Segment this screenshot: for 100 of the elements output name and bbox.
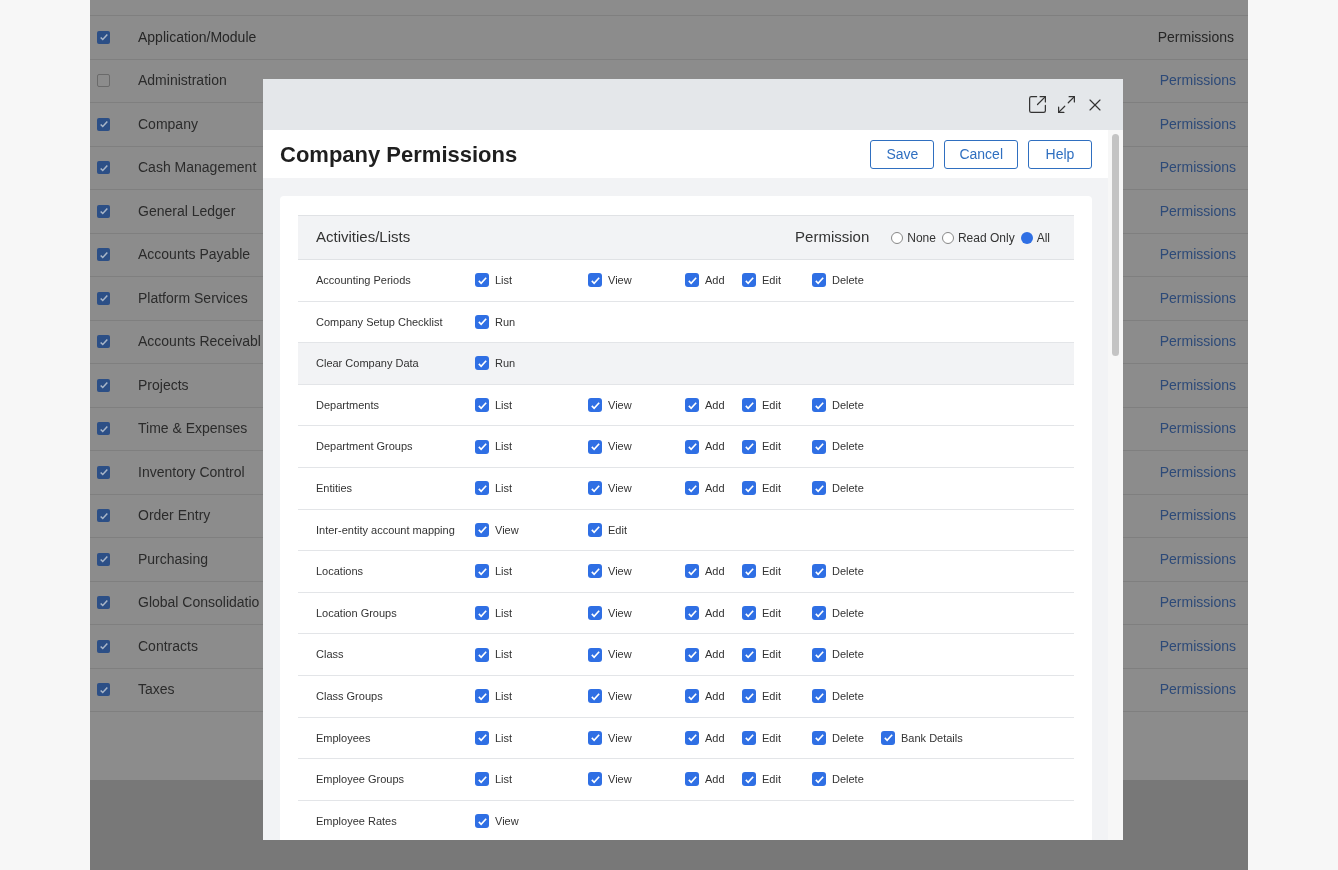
checkbox[interactable] [97,639,110,653]
checkbox[interactable] [812,273,826,288]
permissions-link[interactable]: Permissions [1159,331,1236,353]
checkbox[interactable] [812,647,826,662]
dialog-button[interactable]: Save [870,139,935,169]
checkbox[interactable] [475,356,489,371]
checkbox[interactable] [475,314,489,329]
checkbox[interactable] [588,439,602,454]
checkbox[interactable] [475,647,489,662]
checkbox[interactable] [588,689,602,704]
checkbox[interactable] [812,481,826,496]
checkbox[interactable] [97,683,110,697]
permissions-link[interactable]: Permissions [1159,679,1236,701]
checkbox[interactable] [685,481,699,496]
dialog-button[interactable]: Help [1028,139,1092,169]
checkbox[interactable] [97,248,110,262]
checkbox[interactable] [475,689,489,704]
checkbox[interactable] [685,606,699,621]
radio-button[interactable] [891,231,904,244]
checkbox[interactable] [812,730,826,745]
permission-label: List [495,772,513,788]
checkbox[interactable] [742,772,756,787]
permissions-link[interactable]: Permissions [1159,70,1236,92]
checkbox[interactable] [588,647,602,662]
permissions-link[interactable]: Permissions [1159,635,1236,657]
permissions-link[interactable]: Permissions [1159,244,1236,266]
checkbox[interactable] [475,273,489,288]
permission-label: Delete [832,397,864,413]
checkbox[interactable] [812,564,826,579]
checkbox[interactable] [97,161,110,175]
dialog-button[interactable]: Cancel [944,139,1018,169]
checkbox[interactable] [812,606,826,621]
checkbox[interactable] [742,689,756,704]
radio-button[interactable] [941,231,954,244]
permissions-link[interactable]: Permissions [1159,418,1236,440]
checkbox[interactable] [812,689,826,704]
permissions-link[interactable]: Permissions [1159,461,1236,483]
checkbox[interactable] [742,273,756,288]
permissions-link[interactable]: Permissions [1159,592,1236,614]
checkbox[interactable] [881,730,895,745]
scrollbar-thumb[interactable] [1112,134,1119,356]
checkbox[interactable] [742,481,756,496]
checkbox[interactable] [97,465,110,479]
checkbox[interactable] [812,772,826,787]
permissions-link[interactable]: Permissions [1159,287,1236,309]
checkbox[interactable] [742,564,756,579]
checkbox[interactable] [685,564,699,579]
checkbox[interactable] [588,772,602,787]
checkbox[interactable] [588,273,602,288]
open-external-icon[interactable] [1027,94,1048,115]
checkbox[interactable] [685,398,699,413]
checkbox[interactable] [97,509,110,523]
checkbox[interactable] [97,30,110,44]
checkbox[interactable] [97,204,110,218]
checkbox[interactable] [97,74,110,88]
checkbox[interactable] [475,606,489,621]
checkbox[interactable] [588,606,602,621]
checkbox[interactable] [685,772,699,787]
checkbox[interactable] [588,481,602,496]
checkbox[interactable] [742,606,756,621]
checkbox[interactable] [97,117,110,131]
checkbox[interactable] [97,596,110,610]
checkbox[interactable] [685,647,699,662]
checkbox[interactable] [588,398,602,413]
checkbox[interactable] [742,439,756,454]
checkbox[interactable] [685,730,699,745]
checkbox[interactable] [685,439,699,454]
permissions-link[interactable]: Permissions [1159,157,1236,179]
radio-button[interactable] [1020,231,1033,244]
checkbox[interactable] [475,814,489,828]
checkbox[interactable] [97,291,110,305]
permissions-link[interactable]: Permissions [1159,548,1236,570]
checkbox[interactable] [742,398,756,413]
checkbox[interactable] [475,481,489,496]
checkbox[interactable] [812,439,826,454]
permissions-link[interactable]: Permissions [1159,374,1236,396]
checkbox[interactable] [475,730,489,745]
checkbox[interactable] [97,378,110,392]
checkbox[interactable] [475,522,489,537]
checkbox[interactable] [97,552,110,566]
checkbox[interactable] [742,647,756,662]
permissions-link[interactable]: Permissions [1159,505,1236,527]
checkbox[interactable] [97,422,110,436]
permissions-link[interactable]: Permissions [1159,113,1236,135]
checkbox[interactable] [742,730,756,745]
checkbox[interactable] [588,522,602,537]
column-header: Permissions [1157,27,1234,47]
checkbox[interactable] [475,439,489,454]
checkbox[interactable] [475,564,489,579]
permissions-link[interactable]: Permissions [1159,200,1236,222]
checkbox[interactable] [588,564,602,579]
expand-icon[interactable] [1056,94,1077,115]
checkbox[interactable] [685,689,699,704]
checkbox[interactable] [685,273,699,288]
checkbox[interactable] [475,772,489,787]
checkbox[interactable] [97,335,110,349]
checkbox[interactable] [588,730,602,745]
checkbox[interactable] [812,398,826,413]
checkbox[interactable] [475,398,489,413]
module-name: Accounts Payable [138,245,251,265]
